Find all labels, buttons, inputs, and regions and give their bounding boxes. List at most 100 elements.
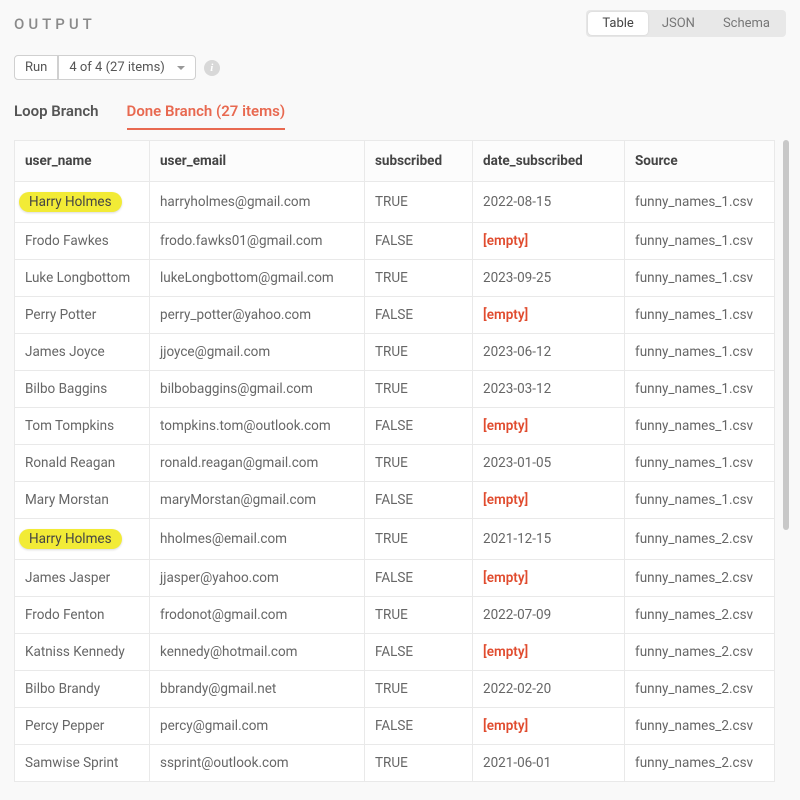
run-select[interactable]: 4 of 4 (27 items) [58, 55, 195, 80]
table-row[interactable]: Harry Holmeshholmes@email.comTRUE2021-12… [15, 519, 775, 560]
info-icon[interactable]: i [204, 60, 220, 76]
cell-user-name[interactable]: Ronald Reagan [15, 445, 150, 482]
cell-user-name[interactable]: Perry Potter [15, 297, 150, 334]
cell-source[interactable]: funny_names_1.csv [625, 223, 775, 260]
cell-source[interactable]: funny_names_2.csv [625, 745, 775, 782]
cell-subscribed[interactable]: FALSE [365, 408, 473, 445]
tab-loop-branch[interactable]: Loop Branch [14, 98, 99, 129]
cell-user-name[interactable]: Bilbo Brandy [15, 671, 150, 708]
cell-subscribed[interactable]: TRUE [365, 445, 473, 482]
cell-user-name[interactable]: James Jasper [15, 560, 150, 597]
cell-source[interactable]: funny_names_1.csv [625, 408, 775, 445]
cell-date-subscribed[interactable]: [empty] [473, 223, 625, 260]
cell-date-subscribed[interactable]: 2021-06-01 [473, 745, 625, 782]
cell-user-name[interactable]: Harry Holmes [15, 519, 150, 560]
cell-user-email[interactable]: bilbobaggins@gmail.com [150, 371, 365, 408]
table-row[interactable]: Percy Pepperpercy@gmail.comFALSE[empty]f… [15, 708, 775, 745]
cell-source[interactable]: funny_names_2.csv [625, 671, 775, 708]
cell-user-email[interactable]: hholmes@email.com [150, 519, 365, 560]
cell-date-subscribed[interactable]: 2023-09-25 [473, 260, 625, 297]
cell-date-subscribed[interactable]: 2022-08-15 [473, 182, 625, 223]
table-row[interactable]: Samwise Sprintssprint@outlook.comTRUE202… [15, 745, 775, 782]
column-header-user-name[interactable]: user_name [15, 141, 150, 182]
cell-source[interactable]: funny_names_1.csv [625, 482, 775, 519]
cell-date-subscribed[interactable]: 2021-12-15 [473, 519, 625, 560]
cell-user-email[interactable]: jjasper@yahoo.com [150, 560, 365, 597]
scrollbar[interactable] [783, 140, 786, 782]
cell-date-subscribed[interactable]: 2023-03-12 [473, 371, 625, 408]
cell-source[interactable]: funny_names_1.csv [625, 182, 775, 223]
table-row[interactable]: Tom Tompkinstompkins.tom@outlook.comFALS… [15, 408, 775, 445]
cell-user-email[interactable]: ssprint@outlook.com [150, 745, 365, 782]
cell-user-email[interactable]: frodonot@gmail.com [150, 597, 365, 634]
cell-user-name[interactable]: Katniss Kennedy [15, 634, 150, 671]
cell-user-email[interactable]: jjoyce@gmail.com [150, 334, 365, 371]
cell-source[interactable]: funny_names_1.csv [625, 445, 775, 482]
cell-date-subscribed[interactable]: [empty] [473, 297, 625, 334]
cell-subscribed[interactable]: TRUE [365, 260, 473, 297]
table-row[interactable]: Luke LongbottomlukeLongbottom@gmail.comT… [15, 260, 775, 297]
cell-source[interactable]: funny_names_1.csv [625, 371, 775, 408]
tab-json[interactable]: JSON [648, 12, 709, 35]
cell-subscribed[interactable]: FALSE [365, 708, 473, 745]
cell-source[interactable]: funny_names_2.csv [625, 560, 775, 597]
cell-subscribed[interactable]: FALSE [365, 560, 473, 597]
cell-date-subscribed[interactable]: [empty] [473, 408, 625, 445]
cell-user-email[interactable]: maryMorstan@gmail.com [150, 482, 365, 519]
cell-user-email[interactable]: kennedy@hotmail.com [150, 634, 365, 671]
cell-subscribed[interactable]: TRUE [365, 745, 473, 782]
cell-subscribed[interactable]: FALSE [365, 634, 473, 671]
table-row[interactable]: Katniss Kennedykennedy@hotmail.comFALSE[… [15, 634, 775, 671]
scroll-thumb[interactable] [783, 140, 789, 530]
cell-user-name[interactable]: Luke Longbottom [15, 260, 150, 297]
cell-subscribed[interactable]: TRUE [365, 182, 473, 223]
cell-source[interactable]: funny_names_1.csv [625, 297, 775, 334]
table-row[interactable]: Ronald Reaganronald.reagan@gmail.comTRUE… [15, 445, 775, 482]
cell-source[interactable]: funny_names_1.csv [625, 334, 775, 371]
cell-date-subscribed[interactable]: [empty] [473, 708, 625, 745]
cell-date-subscribed[interactable]: [empty] [473, 634, 625, 671]
cell-date-subscribed[interactable]: 2023-01-05 [473, 445, 625, 482]
cell-subscribed[interactable]: FALSE [365, 297, 473, 334]
cell-source[interactable]: funny_names_2.csv [625, 519, 775, 560]
cell-source[interactable]: funny_names_2.csv [625, 597, 775, 634]
cell-subscribed[interactable]: FALSE [365, 223, 473, 260]
cell-source[interactable]: funny_names_2.csv [625, 634, 775, 671]
cell-user-name[interactable]: Bilbo Baggins [15, 371, 150, 408]
cell-subscribed[interactable]: TRUE [365, 519, 473, 560]
cell-user-email[interactable]: bbrandy@gmail.net [150, 671, 365, 708]
cell-user-email[interactable]: tompkins.tom@outlook.com [150, 408, 365, 445]
cell-user-email[interactable]: percy@gmail.com [150, 708, 365, 745]
cell-subscribed[interactable]: TRUE [365, 334, 473, 371]
column-header-date-subscribed[interactable]: date_subscribed [473, 141, 625, 182]
tab-schema[interactable]: Schema [709, 12, 784, 35]
cell-user-name[interactable]: Frodo Fenton [15, 597, 150, 634]
cell-user-email[interactable]: harryholmes@gmail.com [150, 182, 365, 223]
cell-date-subscribed[interactable]: 2022-02-20 [473, 671, 625, 708]
cell-subscribed[interactable]: TRUE [365, 597, 473, 634]
cell-user-email[interactable]: lukeLongbottom@gmail.com [150, 260, 365, 297]
cell-source[interactable]: funny_names_2.csv [625, 708, 775, 745]
table-row[interactable]: James Joycejjoyce@gmail.comTRUE2023-06-1… [15, 334, 775, 371]
cell-subscribed[interactable]: TRUE [365, 371, 473, 408]
cell-user-email[interactable]: frodo.fawks01@gmail.com [150, 223, 365, 260]
cell-user-name[interactable]: Mary Morstan [15, 482, 150, 519]
table-row[interactable]: Harry Holmesharryholmes@gmail.comTRUE202… [15, 182, 775, 223]
cell-date-subscribed[interactable]: [empty] [473, 482, 625, 519]
cell-subscribed[interactable]: FALSE [365, 482, 473, 519]
table-row[interactable]: Mary MorstanmaryMorstan@gmail.comFALSE[e… [15, 482, 775, 519]
cell-subscribed[interactable]: TRUE [365, 671, 473, 708]
cell-user-name[interactable]: Percy Pepper [15, 708, 150, 745]
tab-done-branch[interactable]: Done Branch (27 items) [127, 98, 286, 130]
cell-user-name[interactable]: Samwise Sprint [15, 745, 150, 782]
cell-user-email[interactable]: ronald.reagan@gmail.com [150, 445, 365, 482]
cell-user-name[interactable]: Tom Tompkins [15, 408, 150, 445]
tab-table[interactable]: Table [588, 12, 647, 35]
column-header-source[interactable]: Source [625, 141, 775, 182]
table-row[interactable]: Frodo Fawkesfrodo.fawks01@gmail.comFALSE… [15, 223, 775, 260]
cell-user-name[interactable]: Harry Holmes [15, 182, 150, 223]
table-row[interactable]: Frodo Fentonfrodonot@gmail.comTRUE2022-0… [15, 597, 775, 634]
run-button[interactable]: Run [14, 55, 58, 80]
cell-user-name[interactable]: Frodo Fawkes [15, 223, 150, 260]
table-row[interactable]: James Jasperjjasper@yahoo.comFALSE[empty… [15, 560, 775, 597]
